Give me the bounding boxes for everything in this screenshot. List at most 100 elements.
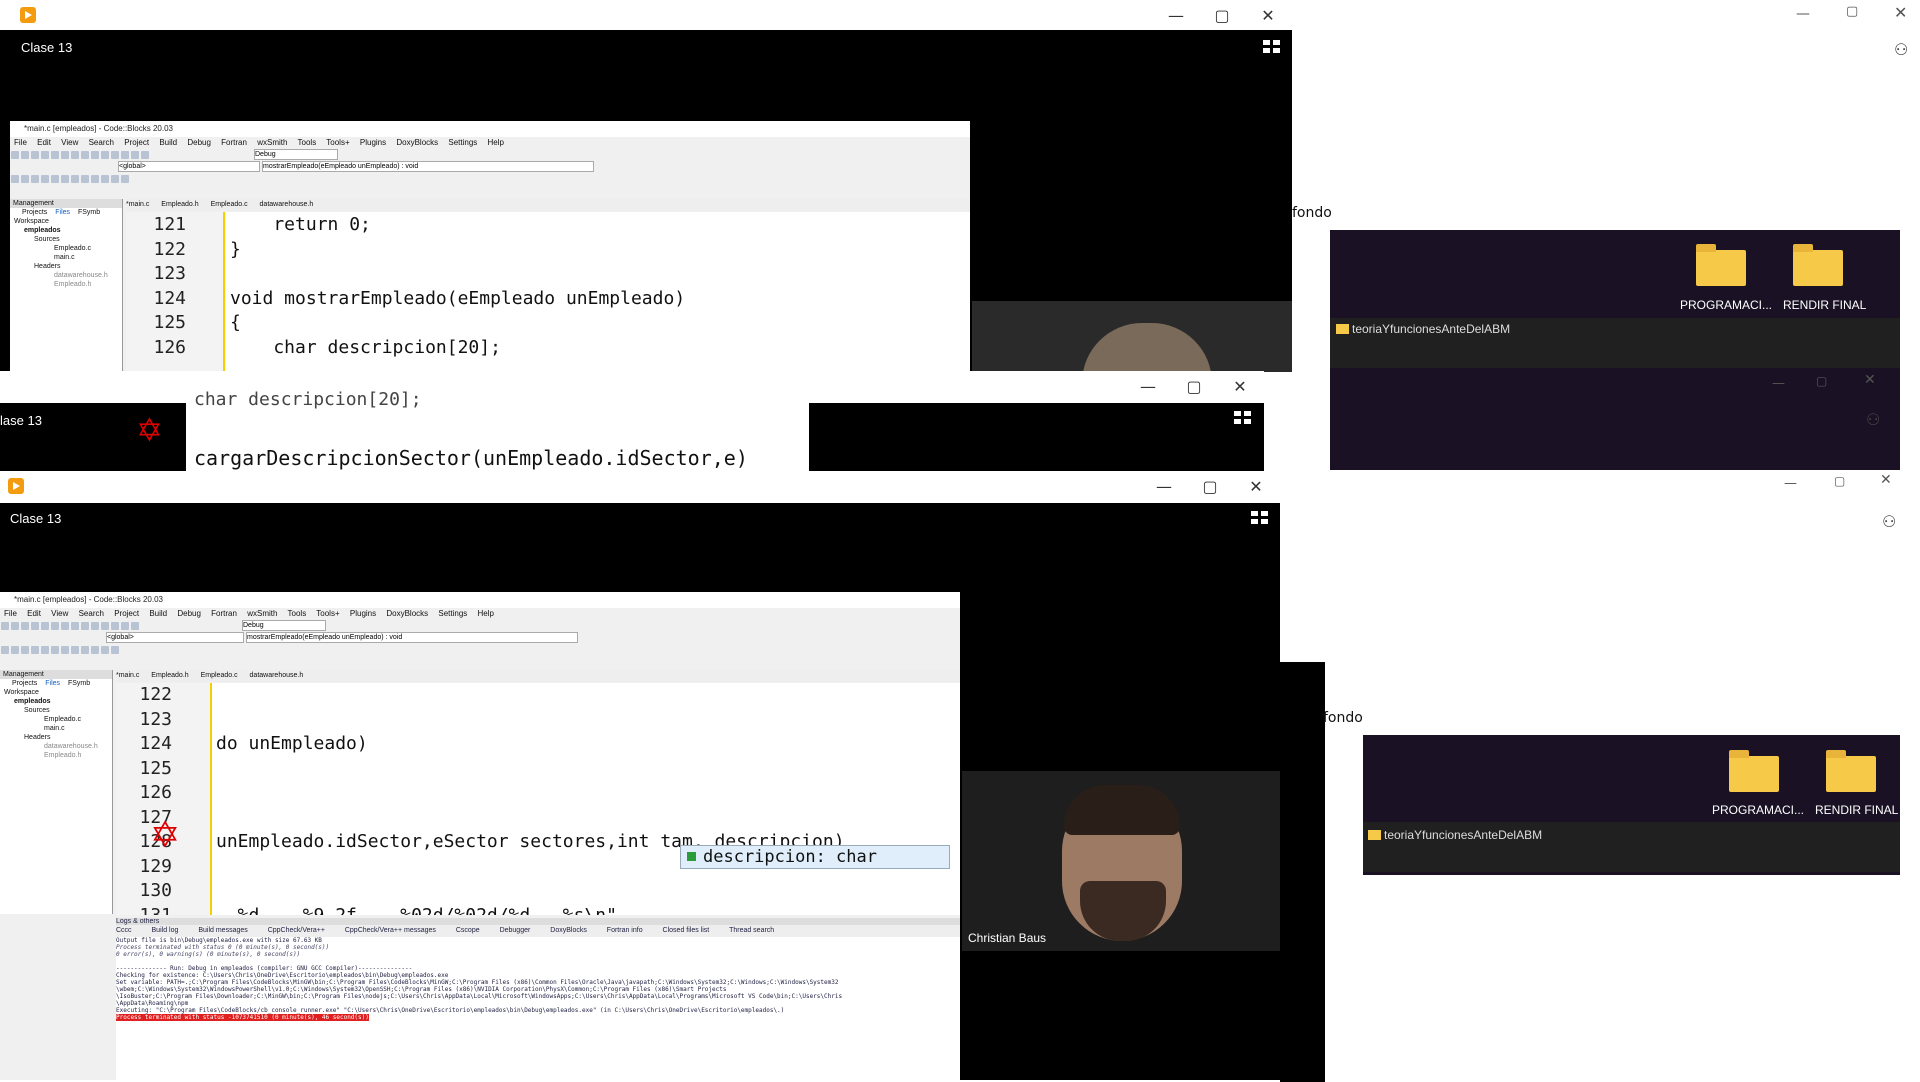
bg-max[interactable]: ▢ [1846, 4, 1858, 19]
autocomplete-popup[interactable]: descripcion: char [680, 845, 950, 869]
maximize-button[interactable]: ▢ [1188, 471, 1232, 501]
menu-settings[interactable]: Settings [438, 609, 467, 618]
menu-help[interactable]: Help [488, 138, 504, 147]
log-tab[interactable]: CppCheck/Vera++ [268, 927, 325, 934]
tree-workspace[interactable]: Workspace [14, 217, 122, 226]
bg-max-2[interactable]: ▢ [1816, 374, 1827, 388]
log-tab[interactable]: Build log [152, 927, 179, 934]
bg-min-3[interactable]: — [1784, 476, 1797, 491]
menu-view[interactable]: View [61, 138, 78, 147]
menu-help[interactable]: Help [478, 609, 494, 618]
menu-edit[interactable]: Edit [27, 609, 41, 618]
menu-view[interactable]: View [51, 609, 68, 618]
menu-debug[interactable]: Debug [187, 138, 211, 147]
menu-project[interactable]: Project [124, 138, 149, 147]
log-tab[interactable]: Build messages [198, 927, 247, 934]
close-button[interactable]: ✕ [1218, 371, 1262, 401]
menu-fortran[interactable]: Fortran [221, 138, 247, 147]
log-tab[interactable]: CppCheck/Vera++ messages [345, 927, 436, 934]
menu-doxyblocks[interactable]: DoxyBlocks [396, 138, 438, 147]
log-tab[interactable]: Debugger [500, 927, 531, 934]
tree-file[interactable]: main.c [4, 724, 112, 733]
tab-projects[interactable]: Projects [22, 209, 47, 216]
tree-file[interactable]: Empleado.h [4, 751, 112, 760]
tab-fsymb[interactable]: FSymb [78, 209, 100, 216]
grid-view-icon[interactable] [1251, 511, 1269, 525]
bg-close-3[interactable]: ✕ [1880, 472, 1892, 488]
log-tab[interactable]: Fortran info [607, 927, 643, 934]
bg-close-2[interactable]: ✕ [1864, 372, 1876, 388]
symbol-select[interactable]: mostrarEmpleado(eEmpleado unEmpleado) : … [246, 632, 578, 643]
scope-select[interactable]: <global> [106, 632, 244, 643]
tree-file[interactable]: Empleado.c [4, 715, 112, 724]
log-tab[interactable]: Cccc [116, 927, 132, 934]
editor-tab[interactable]: Empleado.c [211, 201, 248, 208]
log-tab[interactable]: Thread search [729, 927, 774, 934]
people-icon[interactable]: ⚇ [1882, 512, 1896, 531]
symbol-select[interactable]: mostrarEmpleado(eEmpleado unEmpleado) : … [262, 161, 594, 172]
menu-build[interactable]: Build [159, 138, 177, 147]
menu-tools[interactable]: Tools [298, 138, 317, 147]
menu-plugins[interactable]: Plugins [360, 138, 386, 147]
tree-file[interactable]: Empleado.c [14, 244, 122, 253]
minimize-button[interactable]: — [1142, 471, 1186, 501]
menu-search[interactable]: Search [79, 609, 104, 618]
tree-sources[interactable]: Sources [4, 706, 112, 715]
menu-settings[interactable]: Settings [448, 138, 477, 147]
minimize-button[interactable]: — [1154, 0, 1198, 30]
tab-projects[interactable]: Projects [12, 680, 37, 687]
editor-tab[interactable]: datawarehouse.h [260, 201, 314, 208]
menu-wxsmith[interactable]: wxSmith [257, 138, 287, 147]
editor-tab[interactable]: Empleado.c [201, 672, 238, 679]
editor-tab[interactable]: *main.c [126, 201, 149, 208]
editor-tab[interactable]: *main.c [116, 672, 139, 679]
bg-max-3[interactable]: ▢ [1834, 474, 1845, 488]
menu-plugins[interactable]: Plugins [350, 609, 376, 618]
menu-search[interactable]: Search [89, 138, 114, 147]
tab-files[interactable]: Files [45, 680, 60, 687]
editor-tab[interactable]: datawarehouse.h [250, 672, 304, 679]
menu-doxyblocks[interactable]: DoxyBlocks [386, 609, 428, 618]
tab-files[interactable]: Files [55, 209, 70, 216]
tree-file[interactable]: Empleado.h [14, 280, 122, 289]
menu-project[interactable]: Project [114, 609, 139, 618]
close-button[interactable]: ✕ [1246, 0, 1290, 30]
menu-file[interactable]: File [4, 609, 17, 618]
menu-debug[interactable]: Debug [177, 609, 201, 618]
log-tab[interactable]: Cscope [456, 927, 480, 934]
tree-headers[interactable]: Headers [14, 262, 122, 271]
tree-headers[interactable]: Headers [4, 733, 112, 742]
menu-toolsplus[interactable]: Tools+ [316, 609, 339, 618]
menu-wxsmith[interactable]: wxSmith [247, 609, 277, 618]
tree-file[interactable]: datawarehouse.h [14, 271, 122, 280]
minimize-button[interactable]: — [1126, 371, 1170, 401]
editor-tab[interactable]: Empleado.h [161, 201, 198, 208]
maximize-button[interactable]: ▢ [1172, 371, 1216, 401]
maximize-button[interactable]: ▢ [1200, 0, 1244, 30]
tree-file[interactable]: datawarehouse.h [4, 742, 112, 751]
tree-sources[interactable]: Sources [14, 235, 122, 244]
tree-project[interactable]: empleados [14, 226, 122, 235]
menu-file[interactable]: File [14, 138, 27, 147]
code-editor[interactable]: 121 return 0; 122} 123 124 void mostrarEmple… [126, 212, 970, 371]
log-tab[interactable]: Closed files list [663, 927, 710, 934]
menu-tools[interactable]: Tools [288, 609, 307, 618]
menu-build[interactable]: Build [149, 609, 167, 618]
folder-icon[interactable] [1793, 244, 1843, 286]
tree-file[interactable]: main.c [14, 253, 122, 262]
menu-edit[interactable]: Edit [37, 138, 51, 147]
folder-icon[interactable] [1696, 244, 1746, 286]
bg-min-2[interactable]: — [1772, 376, 1785, 391]
menu-fortran[interactable]: Fortran [211, 609, 237, 618]
editor-tab[interactable]: Empleado.h [151, 672, 188, 679]
tree-project[interactable]: empleados [4, 697, 112, 706]
folder-icon[interactable] [1729, 750, 1779, 792]
people-icon[interactable]: ⚇ [1894, 40, 1908, 59]
grid-view-icon[interactable] [1234, 411, 1252, 425]
scope-select[interactable]: <global> [118, 161, 260, 172]
people-icon[interactable]: ⚇ [1866, 410, 1880, 429]
build-target-select[interactable]: Debug [254, 149, 338, 160]
autocomplete-item[interactable]: descripcion: char [703, 847, 877, 867]
bg-min[interactable]: — [1796, 6, 1810, 22]
folder-icon[interactable] [1826, 750, 1876, 792]
